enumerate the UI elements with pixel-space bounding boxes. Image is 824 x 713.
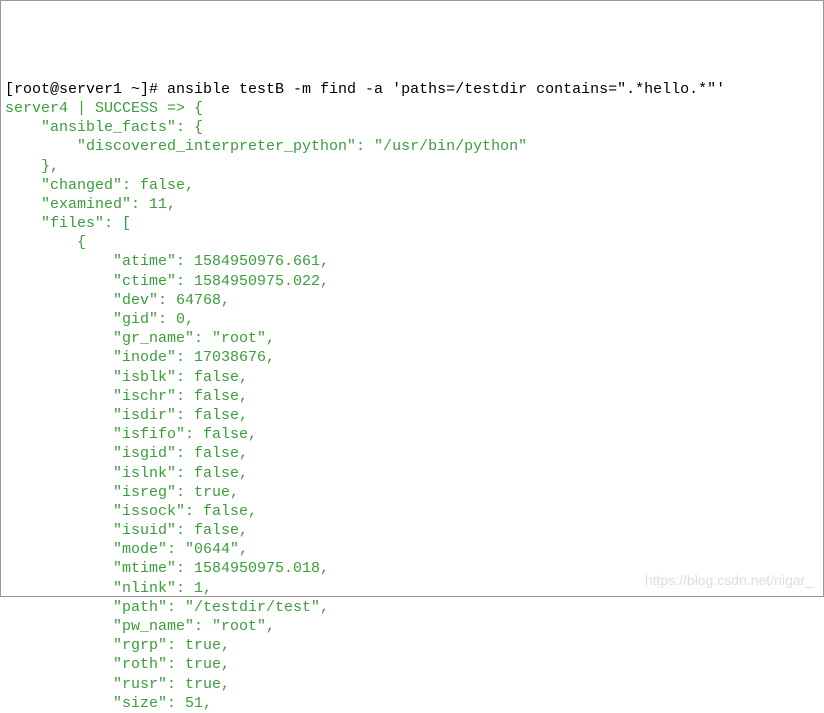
output-line: "path": "/testdir/test",	[5, 599, 329, 616]
output-line: "atime": 1584950976.661,	[5, 253, 329, 270]
output-line: "mode": "0644",	[5, 541, 248, 558]
output-line: "dev": 64768,	[5, 292, 230, 309]
output-line: },	[5, 158, 59, 175]
watermark-text: https://blog.csdn.net/nigar_	[645, 572, 813, 590]
output-line: "roth": true,	[5, 656, 230, 673]
output-line: "isdir": false,	[5, 407, 248, 424]
output-line: "discovered_interpreter_python": "/usr/b…	[5, 138, 527, 155]
output-line: "nlink": 1,	[5, 580, 212, 597]
output-line: "pw_name": "root",	[5, 618, 275, 635]
output-line: "inode": 17038676,	[5, 349, 275, 366]
output-line: "size": 51,	[5, 695, 212, 712]
output-line: "ctime": 1584950975.022,	[5, 273, 329, 290]
output-line: "issock": false,	[5, 503, 257, 520]
output-line: "ansible_facts": {	[5, 119, 203, 136]
output-line: "gid": 0,	[5, 311, 194, 328]
output-line: "isfifo": false,	[5, 426, 257, 443]
output-line: "gr_name": "root",	[5, 330, 275, 347]
output-line: {	[5, 234, 86, 251]
output-line: "ischr": false,	[5, 388, 248, 405]
output-line: "isgid": false,	[5, 445, 248, 462]
output-header: server4 | SUCCESS => {	[5, 100, 203, 117]
output-line: "rgrp": true,	[5, 637, 230, 654]
output-line: "isreg": true,	[5, 484, 239, 501]
output-line: "examined": 11,	[5, 196, 176, 213]
output-line: "rusr": true,	[5, 676, 230, 693]
output-line: "isblk": false,	[5, 369, 248, 386]
output-line: "islnk": false,	[5, 465, 248, 482]
command-prompt-line: [root@server1 ~]# ansible testB -m find …	[5, 81, 725, 98]
output-line: "isuid": false,	[5, 522, 248, 539]
output-line: "mtime": 1584950975.018,	[5, 560, 329, 577]
output-line: "files": [	[5, 215, 131, 232]
output-line: "changed": false,	[5, 177, 194, 194]
